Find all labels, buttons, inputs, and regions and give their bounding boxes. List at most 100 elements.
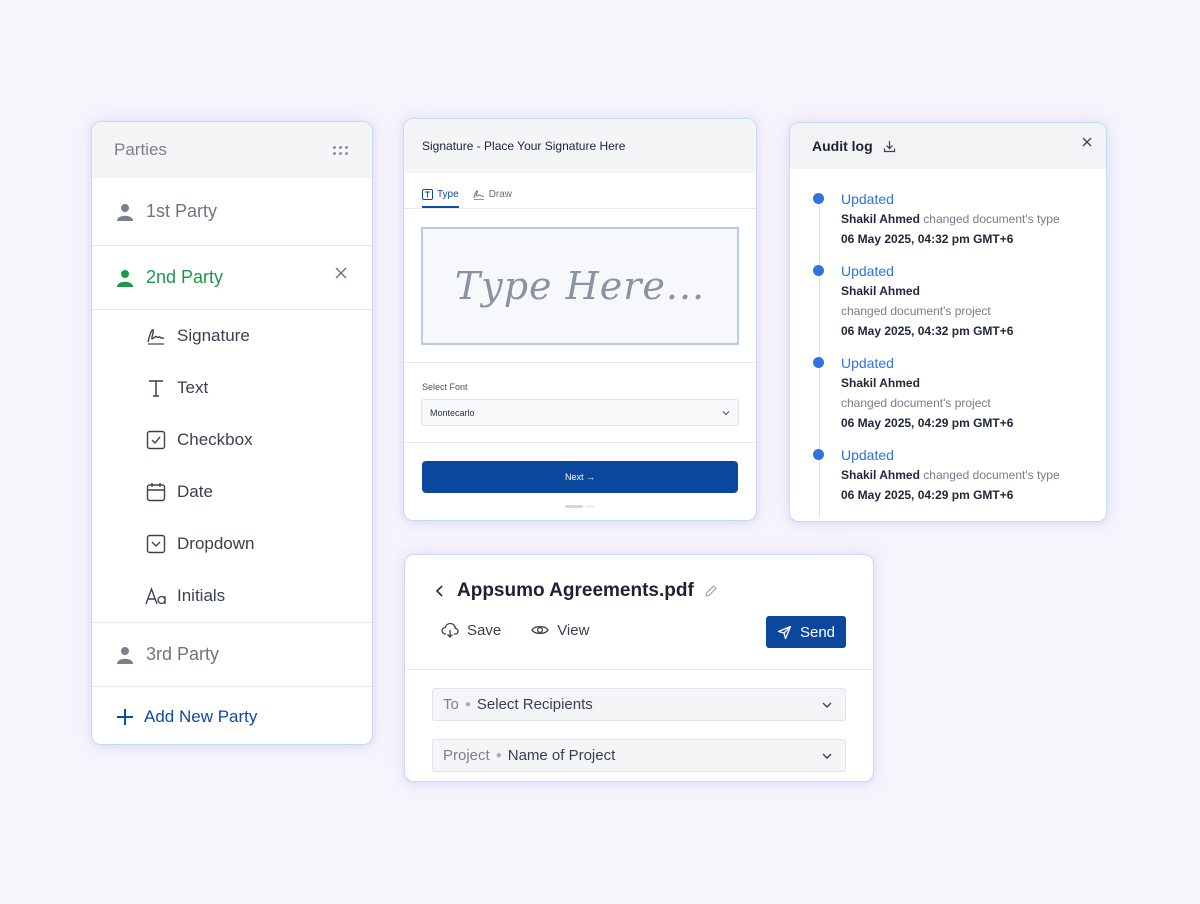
tab-type[interactable]: Type — [422, 189, 459, 208]
view-label: View — [557, 621, 590, 639]
signature-icon — [145, 325, 167, 347]
close-icon[interactable] — [1080, 135, 1094, 149]
select-font-label: Select Font — [422, 382, 468, 392]
document-panel: Appsumo Agreements.pdf Save View Send To… — [404, 554, 874, 782]
send-icon — [777, 625, 792, 639]
field-item-signature[interactable]: Signature — [92, 310, 372, 362]
party-item-1st[interactable]: 1st Party — [92, 178, 372, 246]
field-label: Signature — [177, 326, 250, 345]
chevron-down-icon — [722, 410, 730, 415]
plus-icon — [117, 709, 133, 725]
field-label: Text — [177, 378, 209, 397]
audit-status: Updated — [841, 355, 894, 371]
audit-description: Shakil Ahmed changed document's project — [841, 373, 1106, 413]
project-value: Name of Project — [507, 747, 616, 764]
party-item-3rd[interactable]: 3rd Party — [92, 623, 372, 687]
chevron-left-icon[interactable] — [435, 584, 445, 598]
tab-label: Type — [437, 189, 459, 200]
checkbox-icon — [145, 429, 167, 451]
view-button[interactable]: View — [531, 622, 589, 639]
timeline-dot — [813, 449, 824, 460]
audit-action: changed document's type — [923, 212, 1060, 226]
send-button[interactable]: Send — [766, 616, 846, 648]
audit-timeline: Updated Shakil Ahmed changed document's … — [790, 169, 1106, 517]
audit-status: Updated — [841, 447, 894, 463]
field-item-checkbox[interactable]: Checkbox — [92, 414, 372, 466]
audit-status: Updated — [841, 191, 894, 207]
divider — [405, 669, 873, 670]
signature-input-area[interactable]: Type Here... — [421, 227, 739, 345]
audit-log-panel: Audit log Updated Shakil Ahmed changed d… — [789, 122, 1107, 522]
chevron-down-icon — [822, 702, 832, 708]
signature-tabs: Type Draw — [404, 173, 756, 209]
add-new-party-label: Add New Party — [144, 707, 258, 726]
next-button[interactable]: Next → — [422, 461, 738, 493]
field-item-date[interactable]: Date — [92, 466, 372, 518]
audit-user: Shakil Ahmed — [841, 376, 920, 390]
field-label: Initials — [177, 586, 226, 605]
party-label: 3rd Party — [146, 644, 220, 664]
party-label: 1st Party — [146, 201, 218, 221]
signature-panel: Signature - Place Your Signature Here Ty… — [403, 118, 757, 521]
signature-title: Signature - Place Your Signature Here — [422, 139, 626, 153]
party-item-2nd[interactable]: 2nd Party — [92, 246, 372, 310]
divider — [404, 442, 756, 443]
save-button[interactable]: Save — [441, 622, 501, 639]
draw-icon — [473, 190, 484, 200]
party-fields-list: Signature Text Checkbox Date Dropdown In… — [92, 310, 372, 623]
audit-user: Shakil Ahmed — [841, 212, 920, 226]
audit-date: 06 May 2025, 04:32 pm GMT+6 — [841, 324, 1014, 338]
audit-entry: Updated Shakil Ahmed changed document's … — [813, 191, 1106, 249]
audit-description: Shakil Ahmed changed document's type — [841, 465, 1106, 485]
document-title: Appsumo Agreements.pdf — [457, 580, 694, 601]
user-icon — [117, 203, 133, 221]
field-item-initials[interactable]: Initials — [92, 570, 372, 622]
drag-handle-icon[interactable] — [333, 145, 348, 155]
project-select[interactable]: Project ● Name of Project — [432, 739, 846, 772]
audit-entry: Updated Shakil Ahmed changed document's p… — [813, 355, 1106, 433]
audit-entry: Updated Shakil Ahmed changed document's p… — [813, 263, 1106, 341]
audit-description: Shakil Ahmed changed document's project — [841, 281, 1106, 321]
audit-action: changed document's project — [841, 304, 991, 318]
add-new-party-button[interactable]: Add New Party — [92, 687, 372, 744]
audit-date: 06 May 2025, 04:29 pm GMT+6 — [841, 488, 1014, 502]
party-label: 2nd Party — [146, 267, 224, 287]
parties-header: Parties — [92, 122, 372, 178]
recipients-value: Select Recipients — [476, 696, 593, 713]
user-icon — [117, 646, 133, 664]
calendar-icon — [145, 481, 167, 503]
pencil-icon[interactable] — [704, 584, 718, 598]
timeline-dot — [813, 357, 824, 368]
recipients-select[interactable]: To ● Select Recipients — [432, 688, 846, 721]
text-icon — [145, 377, 167, 399]
audit-action: changed document's type — [923, 468, 1060, 482]
tab-label: Draw — [488, 189, 513, 200]
field-item-text[interactable]: Text — [92, 362, 372, 414]
audit-status: Updated — [841, 263, 894, 279]
field-label: Checkbox — [177, 430, 253, 449]
chevron-down-icon — [822, 753, 832, 759]
signature-header: Signature - Place Your Signature Here — [404, 119, 756, 173]
remove-party-close-icon[interactable] — [332, 264, 350, 282]
font-select[interactable]: Montecarlo — [421, 399, 739, 426]
separator-dot: ● — [464, 699, 471, 710]
recipients-prefix: To — [443, 696, 459, 713]
parties-title: Parties — [114, 140, 167, 159]
eye-icon — [531, 625, 549, 635]
audit-log-title: Audit log — [812, 138, 873, 154]
audit-log-header: Audit log — [790, 123, 1106, 169]
download-icon[interactable] — [883, 140, 896, 153]
field-item-dropdown[interactable]: Dropdown — [92, 518, 372, 570]
audit-entry: Updated Shakil Ahmed changed document's … — [813, 447, 1106, 505]
initials-icon — [145, 585, 167, 607]
audit-description: Shakil Ahmed changed document's type — [841, 209, 1106, 229]
document-actions: Save View Send — [405, 607, 873, 653]
divider — [404, 362, 756, 363]
tab-draw[interactable]: Draw — [473, 189, 512, 208]
cloud-save-icon — [441, 622, 459, 638]
font-select-value: Montecarlo — [430, 407, 475, 418]
audit-action: changed document's project — [841, 396, 991, 410]
project-prefix: Project — [443, 747, 490, 764]
timeline-dot — [813, 265, 824, 276]
user-icon — [117, 269, 133, 287]
